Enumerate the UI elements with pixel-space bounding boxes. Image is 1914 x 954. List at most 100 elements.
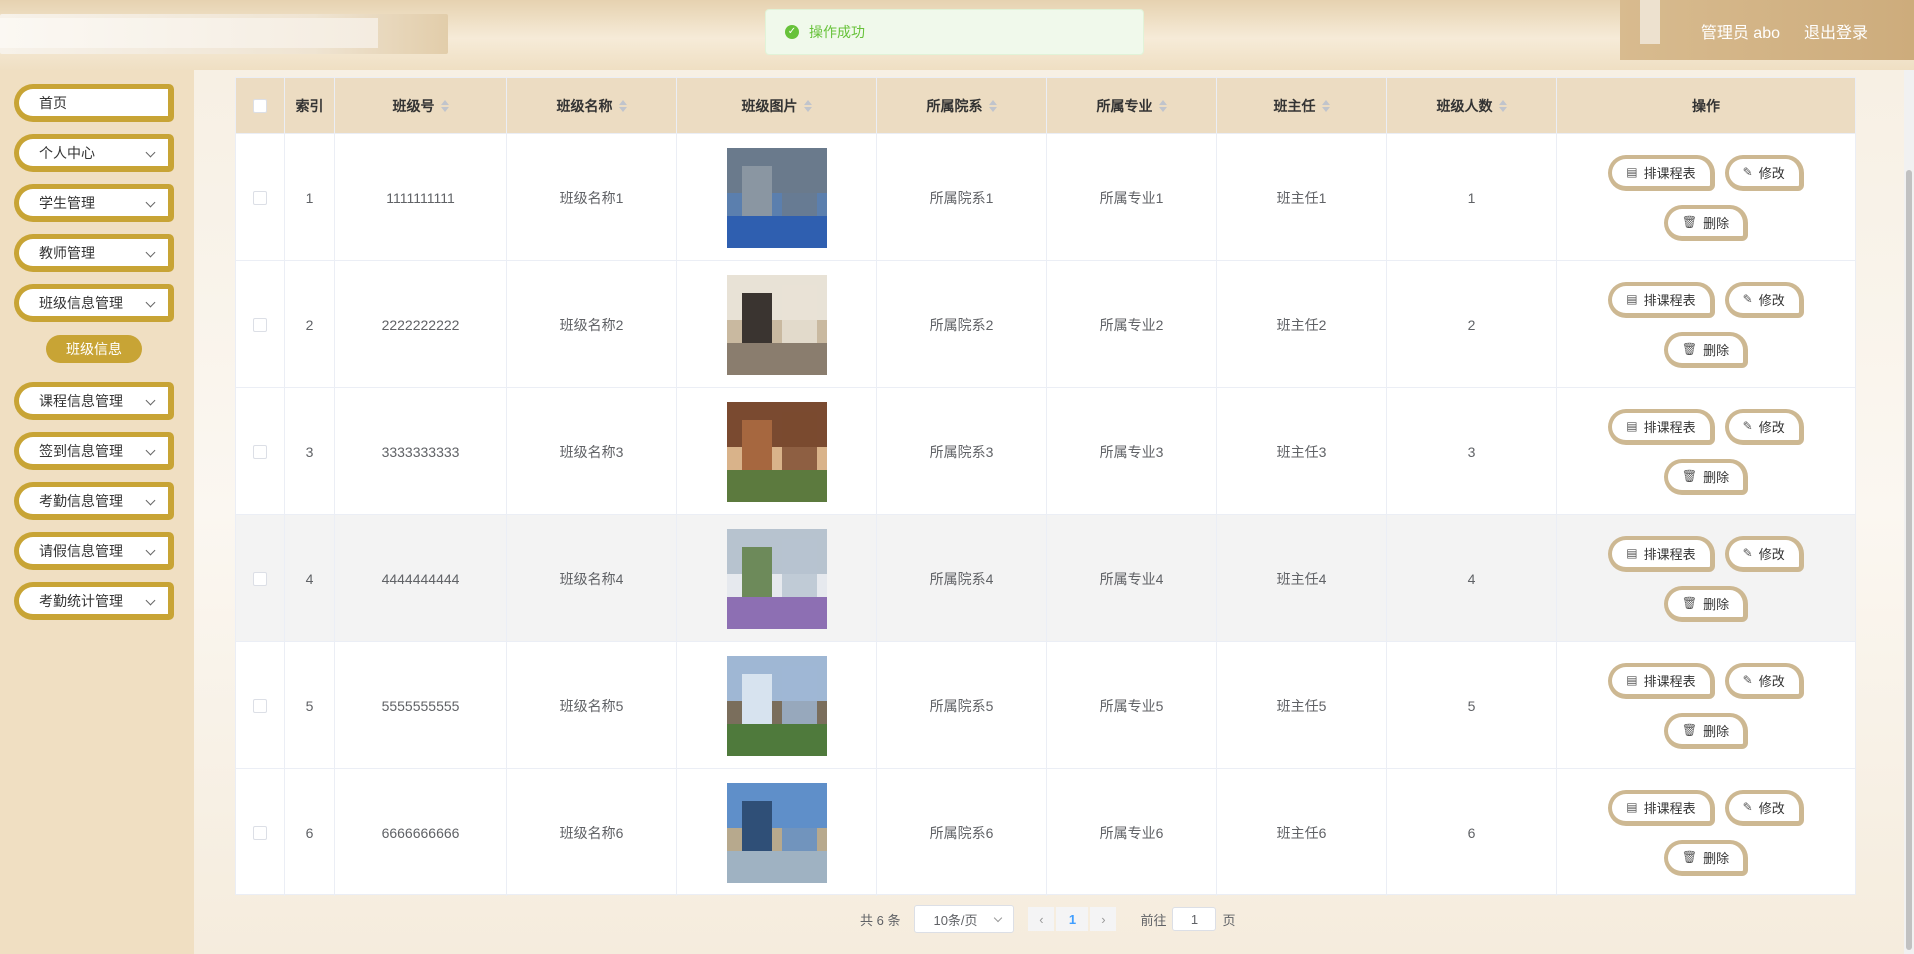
column-header[interactable]: 班级名称 <box>507 78 677 133</box>
class-photo-cell[interactable] <box>677 261 877 388</box>
schedule-button[interactable]: ▤ 排课程表 <box>1608 154 1715 191</box>
prev-page-button[interactable]: ‹ <box>1028 907 1055 931</box>
column-header[interactable]: 所属专业 <box>1047 78 1217 133</box>
schedule-button[interactable]: ▤ 排课程表 <box>1608 408 1715 445</box>
edit-button-label: 修改 <box>1758 546 1785 562</box>
goto-suffix: 页 <box>1222 912 1236 928</box>
edit-icon: ✎ <box>1742 292 1753 306</box>
sidebar-item-attendance-info[interactable]: 考勤信息管理 <box>14 482 174 520</box>
sort-icon[interactable] <box>803 99 812 112</box>
trash-icon: 🗑 <box>1681 723 1698 737</box>
select-all-checkbox[interactable] <box>253 98 267 113</box>
sort-icon[interactable] <box>1158 99 1167 112</box>
class-photo-cell[interactable] <box>677 515 877 642</box>
sidebar-item-teachers[interactable]: 教师管理 <box>14 234 174 272</box>
edit-button[interactable]: ✎ 修改 <box>1724 789 1804 826</box>
column-header[interactable]: 班级人数 <box>1387 78 1557 133</box>
row-checkbox[interactable] <box>253 317 267 332</box>
column-header[interactable]: 班级号 <box>335 78 507 133</box>
sort-icon[interactable] <box>1321 99 1330 112</box>
column-header[interactable]: 所属院系 <box>877 78 1047 133</box>
column-header-label: 班级号 <box>392 97 435 114</box>
page-number-button[interactable]: 1 <box>1056 907 1089 931</box>
class-no-cell: 1111111111 <box>335 134 507 261</box>
edit-icon: ✎ <box>1742 165 1753 179</box>
delete-button[interactable]: 🗑 删除 <box>1663 712 1749 749</box>
column-header[interactable]: 班级图片 <box>677 78 877 133</box>
class-photo-cell[interactable] <box>677 642 877 769</box>
column-header: 操作 <box>1557 78 1855 133</box>
delete-button[interactable]: 🗑 删除 <box>1663 839 1749 876</box>
class-table: 索引 班级号 班级名称 班级图片 所属院系 所属专业 班主任 班级人数 操作 1… <box>235 77 1856 896</box>
row-checkbox[interactable] <box>253 444 267 459</box>
class-no-cell: 2222222222 <box>335 261 507 388</box>
sidebar-subitem-class-info[interactable]: 班级信息 <box>46 335 142 363</box>
dept-cell: 所属院系4 <box>877 515 1047 642</box>
class-photo-cell[interactable] <box>677 134 877 261</box>
next-page-button[interactable]: › <box>1090 907 1117 931</box>
row-checkbox[interactable] <box>253 571 267 586</box>
sidebar-item-home[interactable]: 首页 <box>14 84 174 122</box>
sidebar-item-personal-center[interactable]: 个人中心 <box>14 134 174 172</box>
actions-cell: ▤ 排课程表 ✎ 修改 🗑 删除 <box>1557 134 1855 261</box>
count-cell: 5 <box>1387 642 1557 769</box>
sort-icon[interactable] <box>440 99 449 112</box>
schedule-button-label: 排课程表 <box>1643 673 1696 689</box>
schedule-button[interactable]: ▤ 排课程表 <box>1608 535 1715 572</box>
header-decoration <box>0 18 378 48</box>
edit-button[interactable]: ✎ 修改 <box>1724 281 1804 318</box>
index-cell: 2 <box>285 261 335 388</box>
chevron-down-icon <box>145 197 156 208</box>
schedule-button[interactable]: ▤ 排课程表 <box>1608 789 1715 826</box>
select-all-cell <box>236 78 285 133</box>
class-no-cell: 5555555555 <box>335 642 507 769</box>
teacher-cell: 班主任1 <box>1217 134 1387 261</box>
edit-button[interactable]: ✎ 修改 <box>1724 408 1804 445</box>
edit-button[interactable]: ✎ 修改 <box>1724 662 1804 699</box>
sidebar-item-students[interactable]: 学生管理 <box>14 184 174 222</box>
class-name-cell: 班级名称1 <box>507 134 677 261</box>
class-photo <box>726 528 827 629</box>
chevron-down-icon <box>145 495 156 506</box>
edit-button[interactable]: ✎ 修改 <box>1724 154 1804 191</box>
sidebar-item-class-info[interactable]: 班级信息管理 <box>14 284 174 322</box>
scrollbar-thumb[interactable] <box>1906 170 1912 950</box>
schedule-button[interactable]: ▤ 排课程表 <box>1608 662 1715 699</box>
sidebar-item-label: 考勤统计管理 <box>39 592 123 609</box>
column-header[interactable]: 班主任 <box>1217 78 1387 133</box>
delete-button[interactable]: 🗑 删除 <box>1663 458 1749 495</box>
class-name-cell: 班级名称4 <box>507 515 677 642</box>
sort-icon[interactable] <box>1498 99 1507 112</box>
goto-prefix: 前往 <box>1140 912 1167 928</box>
actions-cell: ▤ 排课程表 ✎ 修改 🗑 删除 <box>1557 261 1855 388</box>
row-checkbox[interactable] <box>253 190 267 205</box>
sidebar-item-course-info[interactable]: 课程信息管理 <box>14 382 174 420</box>
sidebar-item-attendance-stats[interactable]: 考勤统计管理 <box>14 582 174 620</box>
major-cell: 所属专业2 <box>1047 261 1217 388</box>
logout-button[interactable]: 退出登录 <box>1804 19 1868 43</box>
row-checkbox[interactable] <box>253 825 267 840</box>
page-scrollbar[interactable] <box>1904 70 1914 954</box>
class-photo-cell[interactable] <box>677 388 877 515</box>
sort-icon[interactable] <box>618 99 627 112</box>
index-cell: 3 <box>285 388 335 515</box>
page-size-select[interactable]: 10条/页 <box>914 905 1015 933</box>
delete-button[interactable]: 🗑 删除 <box>1663 331 1749 368</box>
schedule-button[interactable]: ▤ 排课程表 <box>1608 281 1715 318</box>
sidebar-item-label: 班级信息管理 <box>39 294 123 311</box>
row-checkbox[interactable] <box>253 698 267 713</box>
delete-button[interactable]: 🗑 删除 <box>1663 204 1749 241</box>
edit-button[interactable]: ✎ 修改 <box>1724 535 1804 572</box>
class-photo-cell[interactable] <box>677 769 877 896</box>
class-name-cell: 班级名称6 <box>507 769 677 896</box>
sidebar-item-leave-info[interactable]: 请假信息管理 <box>14 532 174 570</box>
page-size-value: 10条/页 <box>933 912 978 928</box>
goto-page-input[interactable] <box>1172 907 1217 931</box>
major-cell: 所属专业6 <box>1047 769 1217 896</box>
toast-message: 操作成功 <box>809 24 865 40</box>
sort-icon[interactable] <box>988 99 997 112</box>
sidebar-item-sign-in-info[interactable]: 签到信息管理 <box>14 432 174 470</box>
row-select-cell <box>236 261 285 388</box>
delete-button[interactable]: 🗑 删除 <box>1663 585 1749 622</box>
dept-cell: 所属院系2 <box>877 261 1047 388</box>
